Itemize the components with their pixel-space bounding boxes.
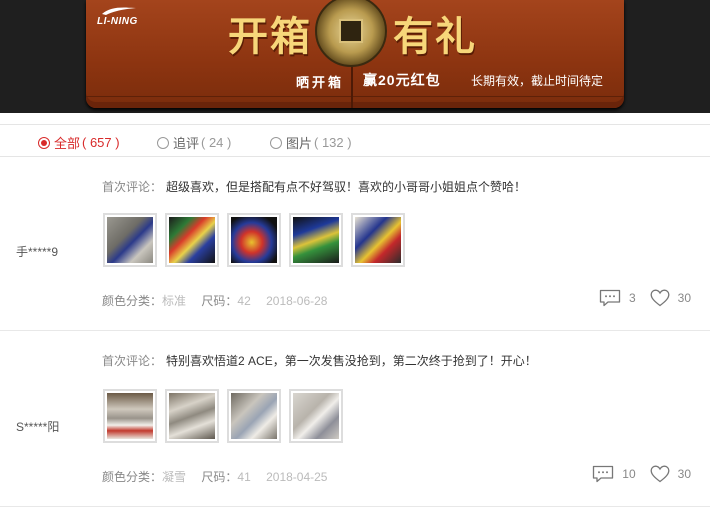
color-label: 颜色分类： — [102, 470, 163, 484]
comment-count: 10 — [622, 467, 636, 481]
size-value: 42 — [237, 294, 251, 308]
review-comment: 首次评论： 超级喜欢，但是搭配有点不好驾驭！喜欢的小哥哥小姐姐点个赞哈！ — [102, 178, 526, 195]
comment-label: 首次评论： — [102, 354, 163, 368]
comment-text: 特别喜欢悟道2 ACE，第一次发售没抢到，第二次终于抢到了！开心！ — [166, 354, 537, 368]
size-value: 41 — [237, 470, 251, 484]
review-photo-thumb[interactable] — [351, 213, 405, 267]
banner-divider-line — [86, 96, 624, 97]
filter-count: ( 657 ) — [82, 135, 120, 150]
comment-icon — [599, 289, 621, 307]
shoe-photo — [107, 393, 153, 439]
shoe-photo — [231, 393, 277, 439]
color-label: 颜色分类： — [102, 294, 163, 308]
filter-followup[interactable]: 追评 ( 24 ) — [157, 133, 231, 152]
review-photo-thumb[interactable] — [103, 389, 157, 443]
review-meta: 颜色分类：凝雪 尺码：41 2018-04-25 — [102, 468, 327, 485]
radio-icon — [270, 136, 282, 149]
li-ning-logo-icon — [102, 7, 136, 15]
like-count: 30 — [677, 291, 691, 305]
review-meta: 颜色分类：标准 尺码：42 2018-06-28 — [102, 292, 327, 309]
size-label: 尺码： — [201, 294, 238, 308]
review-item: 手*****9 首次评论： 超级喜欢，但是搭配有点不好驾驭！喜欢的小哥哥小姐姐点个… — [0, 157, 710, 331]
banner-headline-left: 开箱 — [228, 13, 312, 60]
banner-sub-mid: 赢20元红包 — [363, 72, 441, 88]
filter-all[interactable]: 全部 ( 657 ) — [38, 133, 120, 152]
radio-icon — [157, 136, 169, 149]
brand-logo-text: LI-NING — [97, 16, 138, 27]
radio-icon — [38, 136, 50, 149]
color-value: 凝雪 — [162, 470, 187, 484]
comment-icon — [593, 465, 614, 483]
banner-headline-right: 有礼 — [393, 13, 477, 60]
like-button[interactable]: 30 — [650, 289, 691, 307]
shoe-photo — [293, 217, 339, 263]
like-count: 30 — [677, 467, 691, 481]
review-photo-thumb[interactable] — [103, 213, 157, 267]
filter-label: 全部 — [54, 136, 81, 151]
shoe-photo — [107, 217, 153, 263]
review-filter-bar: 全部 ( 657 ) 追评 ( 24 ) 图片 ( 132 ) — [0, 124, 710, 157]
shoe-photo — [355, 217, 401, 263]
banner-sub-right: 长期有效，截止时间待定 — [471, 74, 604, 88]
review-photo-thumb[interactable] — [289, 213, 343, 267]
shoe-photo — [169, 217, 215, 263]
review-photo-thumb[interactable] — [227, 389, 281, 443]
review-photos — [103, 389, 351, 443]
reviewer-name: 手*****9 — [16, 245, 59, 259]
heart-icon — [650, 465, 670, 483]
comment-count: 3 — [628, 291, 636, 305]
size-label: 尺码： — [201, 470, 238, 484]
filter-count: ( 24 ) — [201, 135, 232, 150]
comment-button[interactable]: 3 — [599, 289, 650, 307]
banner-sub-left: 晒开箱 — [296, 75, 345, 90]
reviewer-name: S*****阳 — [16, 420, 60, 434]
review-photo-thumb[interactable] — [289, 389, 343, 443]
review-comment: 首次评论： 特别喜欢悟道2 ACE，第一次发售没抢到，第二次终于抢到了！开心！ — [102, 352, 537, 369]
filter-count: ( 132 ) — [314, 135, 352, 150]
shoe-photo — [169, 393, 215, 439]
review-date: 2018-06-28 — [266, 294, 328, 308]
heart-icon — [650, 289, 670, 307]
filter-label: 图片 — [286, 136, 313, 151]
shoe-photo — [293, 393, 339, 439]
review-item: S*****阳 首次评论： 特别喜欢悟道2 ACE，第一次发售没抢到，第二次终于抢… — [0, 331, 710, 507]
review-actions: 10 30 — [592, 465, 691, 483]
review-date: 2018-04-25 — [266, 470, 328, 484]
color-value: 标准 — [162, 294, 187, 308]
filter-images[interactable]: 图片 ( 132 ) — [270, 133, 352, 152]
like-button[interactable]: 30 — [650, 465, 691, 483]
filter-label: 追评 — [173, 136, 200, 151]
review-photo-thumb[interactable] — [165, 389, 219, 443]
shoe-photo — [231, 217, 277, 263]
review-photo-thumb[interactable] — [227, 213, 281, 267]
promo-banner[interactable]: LI-NING 开箱 有礼 晒开箱 赢20元红包 长期有效，截止时间待定 — [0, 0, 710, 113]
comment-button[interactable]: 10 — [592, 465, 649, 483]
comment-label: 首次评论： — [102, 180, 163, 194]
comment-text: 超级喜欢，但是搭配有点不好驾驭！喜欢的小哥哥小姐姐点个赞哈！ — [166, 180, 527, 194]
review-photo-thumb[interactable] — [165, 213, 219, 267]
review-photos — [103, 213, 413, 267]
review-actions: 3 30 — [599, 289, 691, 307]
